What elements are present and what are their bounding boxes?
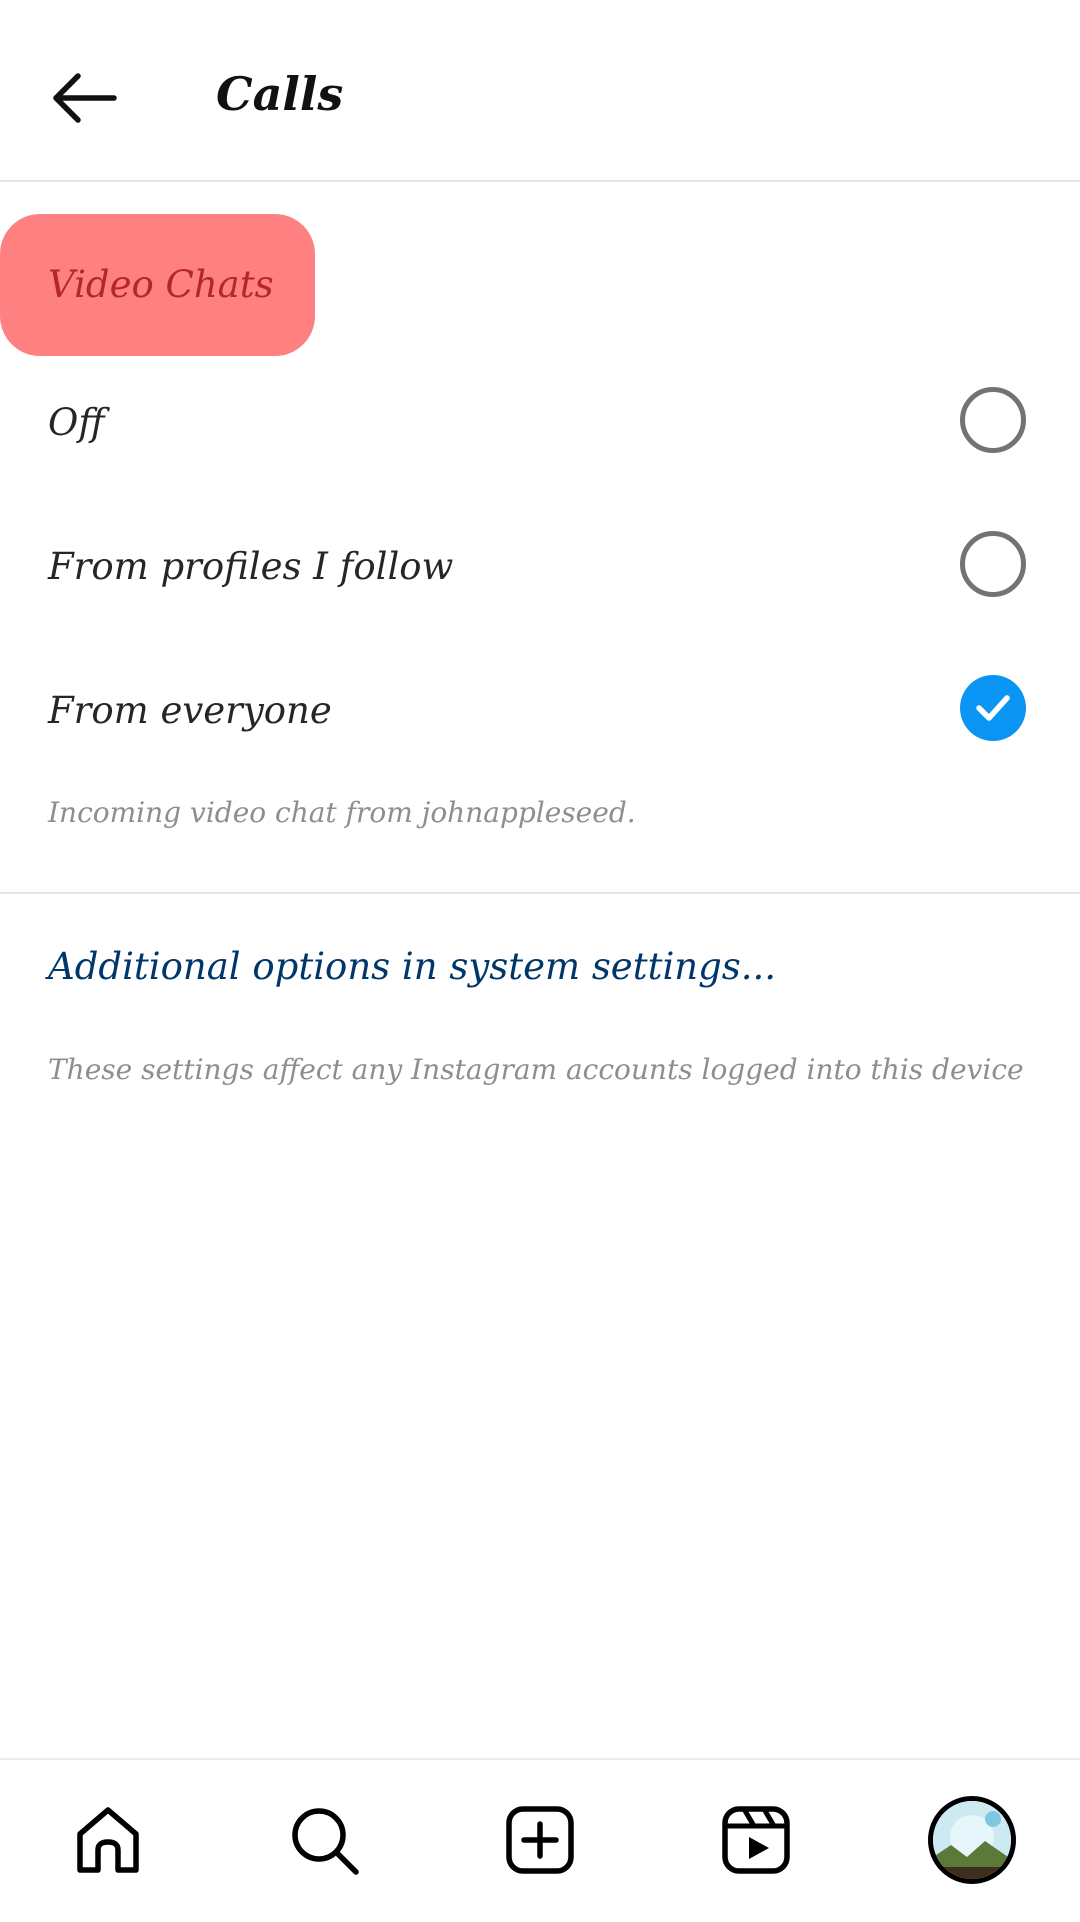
radio-unchecked-icon[interactable]	[960, 531, 1026, 597]
back-button[interactable]	[38, 60, 128, 136]
nav-reels[interactable]	[706, 1790, 806, 1890]
nav-create[interactable]	[490, 1790, 590, 1890]
section-heading-video-chats: Video Chats	[48, 263, 274, 306]
profile-avatar	[928, 1796, 1016, 1884]
home-icon	[77, 1807, 139, 1873]
option-label: Off	[48, 401, 105, 444]
option-from-profiles-i-follow[interactable]: From profiles I follow	[0, 507, 1080, 627]
nav-profile[interactable]	[922, 1790, 1022, 1890]
nav-home[interactable]	[58, 1790, 158, 1890]
radio-unchecked-icon[interactable]	[960, 387, 1026, 453]
arrow-left-icon	[53, 73, 117, 123]
create-post-icon	[506, 1806, 574, 1874]
nav-search[interactable]	[274, 1790, 374, 1890]
footer-note: These settings affect any Instagram acco…	[48, 1053, 1024, 1086]
header: Calls	[0, 0, 1080, 182]
helper-text: Incoming video chat from johnappleseed.	[48, 796, 636, 829]
divider	[0, 892, 1080, 894]
option-label: From everyone	[48, 689, 332, 732]
page-title: Calls	[216, 67, 344, 121]
option-from-everyone[interactable]: From everyone	[0, 651, 1080, 771]
avatar-image	[933, 1801, 1011, 1879]
checkmark-icon	[976, 695, 1010, 721]
reels-icon	[722, 1806, 790, 1874]
system-settings-link[interactable]: Additional options in system settings...	[48, 940, 776, 994]
search-icon	[292, 1808, 359, 1875]
bottom-navigation	[0, 1758, 1080, 1922]
radio-checked-icon[interactable]	[960, 675, 1026, 741]
option-label: From profiles I follow	[48, 545, 454, 588]
option-off[interactable]: Off	[0, 363, 1080, 483]
